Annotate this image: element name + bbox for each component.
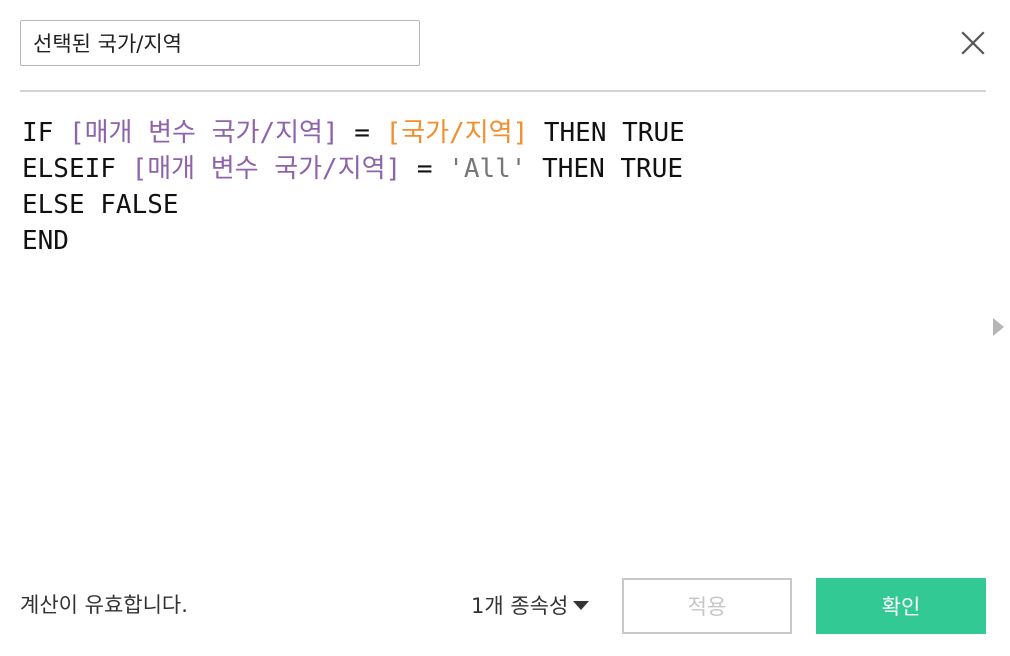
calculation-name-input[interactable] <box>20 20 420 66</box>
formula-line: END <box>22 223 962 259</box>
validation-status: 계산이 유효합니다. <box>20 593 188 617</box>
formula-keyword: ELSE FALSE <box>22 190 179 220</box>
dependencies-label: 1개 종속성 <box>471 594 569 618</box>
side-panel-toggle[interactable] <box>990 316 1006 338</box>
formula-line: ELSE FALSE <box>22 187 962 223</box>
formula-parameter-reference: [매개 변수 국가/지역] <box>131 154 402 184</box>
header-divider <box>20 90 986 92</box>
formula-editor[interactable]: IF [매개 변수 국가/지역] = [국가/지역] THEN TRUE ELSE… <box>22 115 962 535</box>
formula-keyword: END <box>22 226 69 256</box>
formula-keyword: = <box>338 118 386 148</box>
formula-keyword: = <box>401 154 449 184</box>
formula-string-literal: 'All' <box>448 154 527 184</box>
close-icon <box>961 31 985 55</box>
formula-keyword: ELSEIF <box>22 154 132 184</box>
apply-button[interactable]: 적용 <box>622 578 792 634</box>
formula-keyword: IF <box>22 118 69 148</box>
formula-keyword: THEN TRUE <box>526 154 684 184</box>
formula-line: IF [매개 변수 국가/지역] = [국가/지역] THEN TRUE <box>22 115 962 151</box>
triangle-right-icon <box>993 318 1004 336</box>
formula-field-reference: [국가/지역] <box>385 118 529 148</box>
formula-parameter-reference: [매개 변수 국가/지역] <box>68 118 339 148</box>
dependencies-dropdown[interactable]: 1개 종속성 <box>471 588 590 622</box>
caret-down-icon <box>573 601 590 610</box>
ok-button[interactable]: 확인 <box>816 578 986 634</box>
formula-line: ELSEIF [매개 변수 국가/지역] = 'All' THEN TRUE <box>22 151 962 187</box>
close-button[interactable] <box>956 26 990 60</box>
formula-keyword: THEN TRUE <box>528 118 685 148</box>
